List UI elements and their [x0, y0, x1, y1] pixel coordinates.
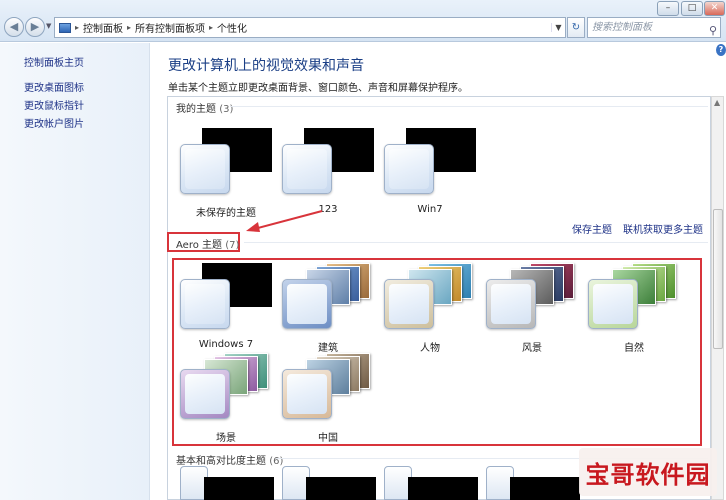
aero-themes-count: (7): [225, 240, 240, 251]
theme-name: 风景: [522, 343, 542, 354]
forward-arrow-icon: ▶: [30, 20, 40, 33]
page-description: 单击某个主题立即更改桌面背景、窗口颜色、声音和屏幕保护程序。: [168, 83, 468, 94]
scroll-up-icon[interactable]: ▲: [714, 98, 720, 107]
window-color-swatch: [180, 369, 230, 419]
address-dropdown-icon[interactable]: ▼: [551, 23, 565, 32]
theme-background-preview[interactable]: [306, 477, 376, 500]
window-color-swatch: [282, 144, 332, 194]
navigation-bar: – □ ✕ ◀ ▶ ▼ ▸ 控制面板 ▸ 所有控制面板项 ▸ 个性化 ▼ ↻ 搜…: [0, 0, 726, 42]
refresh-icon: ↻: [571, 22, 581, 33]
theme-tile[interactable]: Windows 7: [178, 263, 274, 353]
theme-name: 中国: [318, 433, 338, 444]
left-task-pane: 控制面板主页 更改桌面图标 更改鼠标指针 更改帐户图片: [0, 43, 150, 500]
basic-themes-heading: 基本和高对比度主题 (6): [176, 452, 283, 467]
close-button[interactable]: ✕: [704, 1, 725, 16]
sidebar-item-desktop-icons[interactable]: 更改桌面图标: [24, 79, 84, 94]
back-button[interactable]: ◀: [4, 17, 24, 37]
control-panel-window: – □ ✕ ◀ ▶ ▼ ▸ 控制面板 ▸ 所有控制面板项 ▸ 个性化 ▼ ↻ 搜…: [0, 0, 726, 500]
theme-background-preview[interactable]: [408, 477, 478, 500]
window-color-swatch: [180, 144, 230, 194]
minimize-button[interactable]: –: [657, 1, 679, 16]
address-bar[interactable]: ▸ 控制面板 ▸ 所有控制面板项 ▸ 个性化 ▼: [54, 17, 566, 38]
search-input[interactable]: 搜索控制面板 ⚲: [587, 17, 721, 38]
theme-list-scrollbar[interactable]: ▲: [711, 96, 724, 500]
aero-themes-heading: Aero 主题 (7): [176, 236, 239, 251]
theme-name: 人物: [420, 343, 440, 354]
back-arrow-icon: ◀: [9, 20, 19, 33]
section-divider: [230, 106, 708, 107]
history-dropdown-icon[interactable]: ▼: [46, 22, 51, 30]
theme-name: 建筑: [318, 343, 338, 354]
breadcrumb-separator: ▸: [127, 23, 132, 32]
breadcrumb-separator: ▸: [75, 23, 80, 32]
window-color-swatch: [384, 144, 434, 194]
theme-name: Windows 7: [198, 339, 254, 350]
search-icon[interactable]: ⚲: [709, 21, 717, 40]
maximize-button[interactable]: □: [681, 1, 703, 16]
annotation-arrow: [246, 210, 323, 232]
section-divider: [244, 242, 708, 243]
theme-tile[interactable]: 自然: [586, 263, 682, 354]
breadcrumb-separator: ▸: [209, 23, 214, 32]
theme-tile[interactable]: 未保存的主题: [178, 128, 274, 219]
control-panel-icon: [59, 22, 71, 33]
scroll-thumb[interactable]: [713, 209, 723, 349]
sidebar-item-account-picture[interactable]: 更改帐户图片: [24, 115, 84, 130]
theme-tile[interactable]: 123: [280, 128, 376, 218]
theme-tile[interactable]: Win7: [382, 128, 478, 218]
site-watermark: 宝哥软件园: [579, 448, 717, 496]
theme-name: 场景: [216, 433, 236, 444]
forward-button[interactable]: ▶: [25, 17, 45, 37]
theme-name: 自然: [624, 343, 644, 354]
theme-background-preview[interactable]: [510, 477, 580, 500]
breadcrumb-control-panel[interactable]: 控制面板: [83, 20, 123, 35]
search-placeholder: 搜索控制面板: [592, 22, 652, 33]
sidebar-item-mouse-pointers[interactable]: 更改鼠标指针: [24, 97, 84, 112]
breadcrumb-personalization[interactable]: 个性化: [217, 20, 247, 35]
save-theme-link[interactable]: 保存主题: [572, 221, 612, 236]
window-color-swatch: [282, 369, 332, 419]
my-themes-heading: 我的主题 (3): [176, 100, 233, 115]
theme-tile[interactable]: 建筑: [280, 263, 376, 354]
window-color-swatch: [486, 279, 536, 329]
sidebar-item-home[interactable]: 控制面板主页: [24, 54, 84, 69]
theme-tile[interactable]: 中国: [280, 353, 376, 444]
my-themes-label: 我的主题: [176, 104, 216, 115]
window-color-swatch: [180, 279, 230, 329]
window-color-swatch: [384, 279, 434, 329]
theme-name: Win7: [417, 204, 443, 215]
window-color-swatch: [282, 279, 332, 329]
window-color-swatch: [588, 279, 638, 329]
aero-themes-label: Aero 主题: [176, 240, 223, 251]
breadcrumb-all-items[interactable]: 所有控制面板项: [135, 20, 205, 35]
theme-tile[interactable]: 场景: [178, 353, 274, 444]
refresh-button[interactable]: ↻: [567, 17, 585, 38]
get-more-themes-link[interactable]: 联机获取更多主题: [623, 221, 703, 236]
theme-tile[interactable]: 人物: [382, 263, 478, 354]
theme-background-preview[interactable]: [204, 477, 274, 500]
help-icon[interactable]: ?: [716, 44, 726, 56]
theme-tile[interactable]: 风景: [484, 263, 580, 354]
page-title: 更改计算机上的视觉效果和声音: [168, 58, 364, 74]
